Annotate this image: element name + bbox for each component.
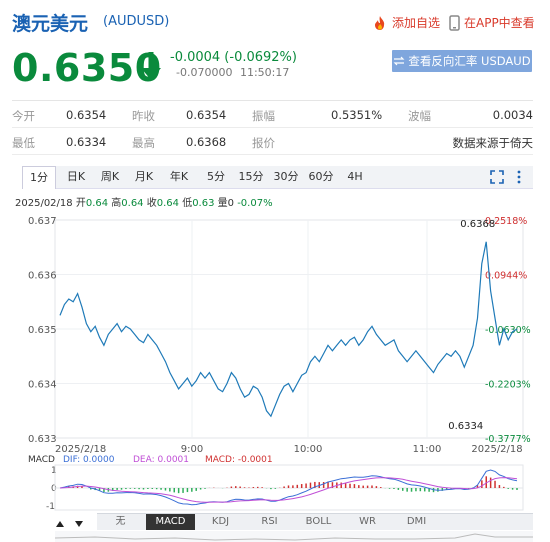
stat-label: 昨收: [132, 109, 155, 123]
max-label: 0.6368: [460, 219, 495, 230]
tab-none[interactable]: 无: [97, 514, 144, 530]
sub-change-value: -0.070000: [176, 66, 233, 79]
y-tick-label: 0.636: [28, 271, 57, 282]
instrument-name: 澳元美元: [12, 13, 89, 35]
stat-value: 0.6368: [186, 135, 227, 149]
tab-kdj[interactable]: KDJ: [197, 514, 244, 530]
tab-rsi[interactable]: RSI: [246, 514, 293, 530]
up-arrow-icon[interactable]: [55, 519, 65, 529]
fullscreen-icon[interactable]: [490, 170, 504, 184]
chart-grid: [54, 219, 524, 439]
tab-dmi[interactable]: DMI: [393, 514, 440, 530]
y-tick-label: 0.634: [28, 380, 57, 391]
pct-tick-label: -0.2203%: [485, 380, 531, 391]
tab-wr[interactable]: WR: [344, 514, 391, 530]
stat-label: 最高: [132, 136, 155, 150]
data-source: 数据来源于倚天: [452, 136, 534, 150]
pct-tick-label: -0.0630%: [485, 325, 531, 336]
tab-yearly[interactable]: 年K: [163, 166, 195, 188]
down-arrow-icon: [141, 52, 161, 80]
info-open: 0.64: [85, 198, 109, 209]
phone-icon: [449, 14, 460, 31]
macd-bars: [63, 476, 518, 494]
stat-value: 0.6334: [66, 135, 107, 149]
tab-30min[interactable]: 30分: [270, 166, 302, 188]
swap-icon: [393, 56, 405, 66]
info-close: 0.64: [156, 198, 179, 209]
tab-daily[interactable]: 日K: [60, 166, 92, 188]
stat-label: 波幅: [408, 109, 431, 123]
macd-dea-value: DEA: 0.0001: [133, 455, 189, 465]
open-app-label: 在APP中查看: [464, 16, 535, 30]
stat-value: 0.0034: [492, 108, 533, 122]
more-icon[interactable]: [516, 170, 522, 184]
stat-label: 今开: [12, 109, 35, 123]
info-date: 2025/02/18: [15, 198, 73, 209]
reverse-rate-label: 查看反向汇率 USDAUD: [408, 54, 531, 68]
stat-label: 振幅: [252, 109, 275, 123]
price-change: -0.0004 (-0.0692%): [170, 50, 297, 65]
instrument-code: (AUDUSD): [103, 14, 170, 29]
quote-time: 11:50:17: [239, 66, 290, 79]
stats-row: 今开 0.6354 昨收 0.6354 振幅 0.5351% 波幅 0.0034: [12, 101, 533, 128]
fire-icon: [375, 15, 385, 30]
min-label: 0.6334: [448, 421, 483, 432]
tab-4h[interactable]: 4H: [339, 166, 371, 188]
macd-title: MACD: [28, 455, 55, 465]
tab-15min[interactable]: 15分: [235, 166, 267, 188]
sub-change: -0.070000 11:50:17: [176, 66, 289, 79]
indicator-tabs: 无 MACD KDJ RSI BOLL WR DMI: [97, 513, 533, 530]
pct-tick-label: 0.0944%: [485, 271, 527, 282]
y-tick-label: 0.637: [28, 216, 57, 227]
tab-macd[interactable]: MACD: [146, 514, 195, 530]
price-chart[interactable]: 0.6370.6360.6350.6340.6330.2518%0.0944%-…: [0, 210, 550, 460]
info-vol-label: 量: [217, 198, 228, 209]
stat-value: 0.6354: [66, 108, 107, 122]
info-low: 0.63: [192, 198, 215, 209]
down-arrow-icon[interactable]: [74, 519, 84, 529]
y-tick-label: 0.633: [28, 434, 57, 445]
tab-60min[interactable]: 60分: [305, 166, 337, 188]
add-watchlist-label: 添加自选: [392, 16, 441, 30]
info-open-label: 开: [75, 198, 86, 209]
stats-row: 最低 0.6334 最高 0.6368 报价 数据来源于倚天: [12, 128, 533, 155]
add-watchlist-button[interactable]: 添加自选: [372, 14, 440, 31]
stats-table: 今开 0.6354 昨收 0.6354 振幅 0.5351% 波幅 0.0034…: [12, 100, 533, 155]
info-high-label: 高: [111, 198, 122, 209]
reverse-rate-button[interactable]: 查看反向汇率 USDAUD: [392, 50, 532, 72]
overview-strip[interactable]: [55, 531, 533, 542]
stat-label: 报价: [252, 136, 275, 150]
macd-dif-value: DIF: 0.0000: [63, 455, 115, 465]
macd-tick-label: 1: [51, 466, 57, 476]
stat-value: 0.5351%: [331, 108, 383, 122]
info-close-label: 收: [146, 198, 157, 209]
chart-axis: 0.6370.6360.6350.6340.6330.2518%0.0944%-…: [28, 216, 531, 455]
macd-panel[interactable]: MACD DIF: 0.0000 DEA: 0.0001 MACD: -0.0001 …: [0, 452, 550, 512]
stat-value: 0.6354: [186, 108, 227, 122]
ohlc-info: 2025/02/18 开0.64 高0.64 收0.64 低0.63 量0 -0…: [15, 194, 273, 209]
tab-weekly[interactable]: 周K: [94, 166, 126, 188]
macd-tick-label: 0: [51, 484, 57, 494]
info-vol: 0: [227, 198, 235, 209]
period-tabs: 1分 日K 周K 月K 年K 5分 15分 30分 60分 4H: [22, 166, 533, 189]
y-tick-label: 0.635: [28, 325, 57, 336]
macd-tick-label: -1: [46, 502, 55, 512]
stat-label: 最低: [12, 136, 35, 150]
macd-macd-value: MACD: -0.0001: [205, 455, 273, 465]
info-high: 0.64: [121, 198, 144, 209]
tab-5min[interactable]: 5分: [200, 166, 232, 188]
macd-header: MACD DIF: 0.0000 DEA: 0.0001 MACD: -0.0001: [28, 455, 273, 465]
tab-monthly[interactable]: 月K: [128, 166, 160, 188]
info-low-label: 低: [182, 198, 193, 209]
open-app-button[interactable]: 在APP中查看: [449, 14, 535, 31]
tab-1min[interactable]: 1分: [22, 166, 56, 189]
tab-boll[interactable]: BOLL: [295, 514, 342, 530]
info-pct: -0.07%: [237, 198, 273, 209]
